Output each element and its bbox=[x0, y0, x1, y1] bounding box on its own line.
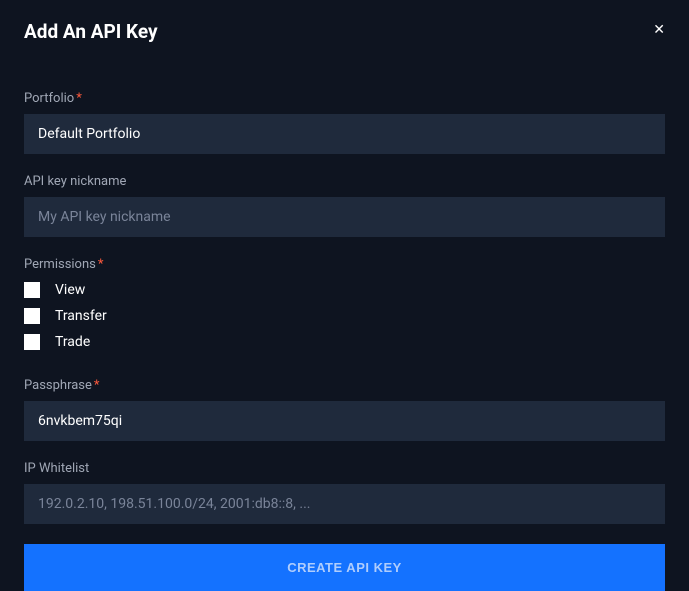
permissions-label-text: Permissions bbox=[24, 257, 96, 272]
view-checkbox[interactable] bbox=[24, 282, 40, 298]
add-api-key-modal: Add An API Key ✕ Portfolio* API key nick… bbox=[0, 0, 689, 591]
passphrase-label-text: Passphrase bbox=[24, 378, 92, 393]
whitelist-group: IP Whitelist bbox=[24, 461, 665, 524]
portfolio-input[interactable] bbox=[24, 114, 665, 154]
create-api-key-button[interactable]: CREATE API KEY bbox=[24, 544, 665, 591]
whitelist-input[interactable] bbox=[24, 484, 665, 524]
modal-title: Add An API Key bbox=[24, 20, 158, 43]
close-icon: ✕ bbox=[653, 21, 665, 37]
portfolio-label: Portfolio* bbox=[24, 91, 665, 106]
nickname-label: API key nickname bbox=[24, 174, 665, 189]
checkbox-item-transfer: Transfer bbox=[24, 308, 665, 324]
modal-header: Add An API Key ✕ bbox=[24, 20, 665, 43]
transfer-checkbox-label: Transfer bbox=[55, 308, 107, 324]
required-indicator: * bbox=[76, 91, 82, 106]
trade-checkbox[interactable] bbox=[24, 334, 40, 350]
nickname-input[interactable] bbox=[24, 197, 665, 237]
checkbox-item-trade: Trade bbox=[24, 334, 665, 350]
permissions-group: Permissions* View Transfer Trade bbox=[24, 257, 665, 350]
passphrase-label: Passphrase* bbox=[24, 378, 665, 393]
view-checkbox-label: View bbox=[55, 282, 85, 298]
required-indicator: * bbox=[94, 378, 100, 393]
nickname-group: API key nickname bbox=[24, 174, 665, 237]
passphrase-input[interactable] bbox=[24, 401, 665, 441]
checkbox-item-view: View bbox=[24, 282, 665, 298]
transfer-checkbox[interactable] bbox=[24, 308, 40, 324]
trade-checkbox-label: Trade bbox=[55, 334, 90, 350]
close-button[interactable]: ✕ bbox=[653, 20, 665, 36]
portfolio-group: Portfolio* bbox=[24, 91, 665, 154]
permissions-label: Permissions* bbox=[24, 257, 665, 272]
required-indicator: * bbox=[98, 257, 104, 272]
whitelist-label: IP Whitelist bbox=[24, 461, 665, 476]
passphrase-group: Passphrase* bbox=[24, 378, 665, 441]
checkbox-group: View Transfer Trade bbox=[24, 282, 665, 350]
portfolio-label-text: Portfolio bbox=[24, 91, 74, 106]
